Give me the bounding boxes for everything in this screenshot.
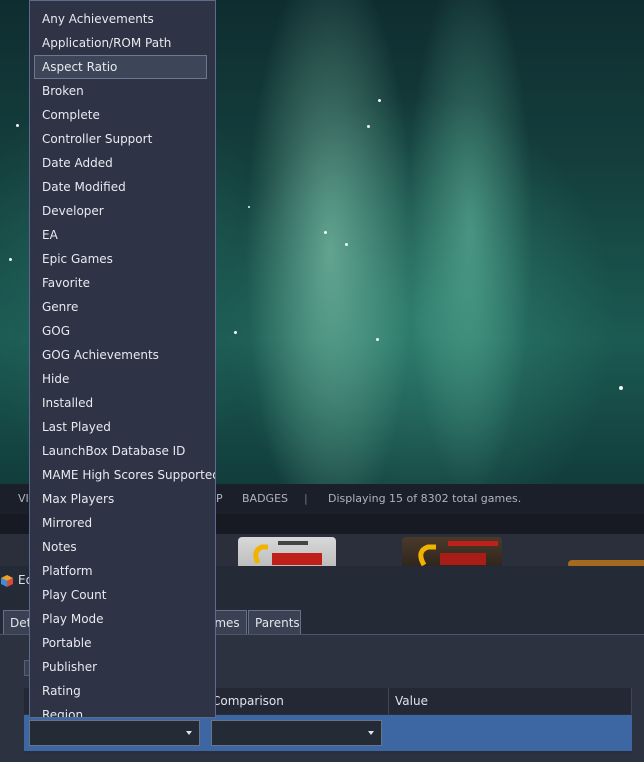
star: [619, 386, 623, 390]
toolbar-item[interactable]: P: [216, 492, 223, 505]
comparison-combobox[interactable]: [211, 720, 382, 746]
dropdown-item[interactable]: Application/ROM Path: [30, 31, 207, 55]
dropdown-item[interactable]: Hide: [30, 367, 207, 391]
dropdown-item[interactable]: GOG Achievements: [30, 343, 207, 367]
dropdown-item[interactable]: Play Count: [30, 583, 207, 607]
dropdown-item[interactable]: Developer: [30, 199, 207, 223]
star: [376, 338, 379, 341]
star: [9, 258, 12, 261]
star: [234, 331, 237, 334]
dropdown-item[interactable]: MAME High Scores Supported: [30, 463, 215, 487]
dropdown-item[interactable]: Favorite: [30, 271, 207, 295]
dropdown-item[interactable]: EA: [30, 223, 207, 247]
dropdown-item[interactable]: Region: [30, 703, 207, 717]
dropdown-item[interactable]: Max Players: [30, 487, 207, 511]
dropdown-item[interactable]: Date Added: [30, 151, 207, 175]
field-combobox[interactable]: [29, 720, 200, 746]
dropdown-item[interactable]: Play Mode: [30, 607, 207, 631]
dropdown-item[interactable]: GOG: [30, 319, 207, 343]
game-cover-thumbnail[interactable]: [402, 537, 502, 566]
chevron-down-icon: [186, 731, 192, 735]
dropdown-item[interactable]: Complete: [30, 103, 207, 127]
contra-logo-icon: [253, 541, 322, 565]
dropdown-item[interactable]: Portable: [30, 631, 207, 655]
dropdown-item[interactable]: Any Achievements: [30, 7, 207, 31]
field-dropdown-list[interactable]: Any Achievements Application/ROM Path Aspe…: [29, 0, 216, 718]
launchbox-app-icon: [1, 575, 13, 587]
dropdown-item[interactable]: Date Modified: [30, 175, 207, 199]
dropdown-item[interactable]: Mirrored: [30, 511, 207, 535]
star: [367, 125, 370, 128]
dropdown-item[interactable]: Last Played: [30, 415, 207, 439]
dropdown-item[interactable]: Broken: [30, 79, 207, 103]
dropdown-items: Any Achievements Application/ROM Path Aspe…: [30, 1, 215, 717]
dropdown-item[interactable]: Notes: [30, 535, 207, 559]
dropdown-item[interactable]: Rating: [30, 679, 207, 703]
tab-parents[interactable]: Parents: [248, 610, 301, 634]
toolbar-item-badges[interactable]: BADGES: [242, 492, 288, 505]
game-count-status: Displaying 15 of 8302 total games.: [328, 492, 522, 505]
toolbar-item-view[interactable]: VI: [18, 492, 29, 505]
toolbar-separator: |: [304, 492, 308, 505]
contra-logo-icon: [418, 541, 498, 566]
star: [345, 243, 348, 246]
dropdown-item[interactable]: Epic Games: [30, 247, 207, 271]
dropdown-item[interactable]: Publisher: [30, 655, 207, 679]
star: [324, 231, 327, 234]
star: [378, 99, 381, 102]
dropdown-item[interactable]: LaunchBox Database ID: [30, 439, 207, 463]
dropdown-item[interactable]: Genre: [30, 295, 207, 319]
grid-header-value[interactable]: Value: [389, 688, 632, 714]
dropdown-item[interactable]: Platform: [30, 559, 207, 583]
game-cover-thumbnail[interactable]: [238, 537, 336, 566]
chevron-down-icon: [368, 731, 374, 735]
dropdown-item[interactable]: Aspect Ratio: [34, 55, 207, 79]
grid-header-comparison[interactable]: Comparison: [206, 688, 389, 714]
star: [248, 206, 250, 208]
star: [16, 124, 19, 127]
dropdown-item[interactable]: Installed: [30, 391, 207, 415]
dropdown-item[interactable]: Controller Support: [30, 127, 207, 151]
